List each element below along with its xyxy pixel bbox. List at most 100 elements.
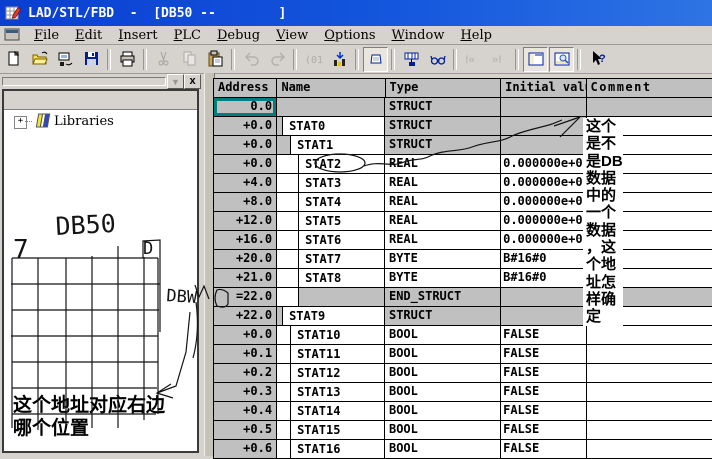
type-cell[interactable]: STRUCT	[385, 117, 501, 136]
address-cell[interactable]: +16.0	[214, 231, 277, 250]
paste-icon[interactable]	[203, 47, 228, 72]
name-cell[interactable]: STAT5	[277, 212, 385, 231]
name-cell[interactable]: STAT7	[277, 250, 385, 269]
comment-cell[interactable]	[587, 364, 712, 383]
type-cell[interactable]: REAL	[385, 212, 501, 231]
redo-icon[interactable]	[265, 47, 290, 72]
new-document-icon[interactable]	[1, 47, 26, 72]
initial-value-cell[interactable]	[501, 288, 586, 307]
address-cell[interactable]: +22.0	[214, 307, 277, 326]
address-cell[interactable]: =22.0	[214, 288, 277, 307]
name-cell[interactable]: STAT16	[277, 440, 385, 459]
menu-help[interactable]: Help	[452, 27, 500, 44]
name-cell[interactable]: STAT9	[277, 307, 385, 326]
initial-value-cell[interactable]	[501, 117, 586, 136]
goto-next-error-icon[interactable]: »!	[487, 47, 512, 72]
address-toggle-icon[interactable]: (01)	[301, 47, 326, 72]
address-cell[interactable]: +0.0	[214, 136, 277, 155]
comment-cell[interactable]	[587, 98, 712, 117]
name-cell[interactable]: STAT1	[277, 136, 385, 155]
address-cell[interactable]: +8.0	[214, 193, 277, 212]
help-pointer-icon[interactable]: ?	[585, 47, 610, 72]
menu-options[interactable]: Options	[316, 27, 383, 44]
name-cell[interactable]: STAT8	[277, 269, 385, 288]
name-cell[interactable]	[277, 288, 385, 307]
download-icon[interactable]	[327, 47, 352, 72]
address-cell[interactable]: +21.0	[214, 269, 277, 288]
initial-value-cell[interactable]	[501, 98, 586, 117]
address-cell[interactable]: +0.2	[214, 364, 277, 383]
view-sidebar-icon[interactable]	[523, 47, 548, 72]
address-cell[interactable]: +0.4	[214, 402, 277, 421]
name-cell[interactable]: STAT0	[277, 117, 385, 136]
comment-cell[interactable]	[587, 421, 712, 440]
name-cell[interactable]: STAT10	[277, 326, 385, 345]
type-cell[interactable]: END_STRUCT	[385, 288, 501, 307]
type-cell[interactable]: STRUCT	[385, 136, 501, 155]
menu-edit[interactable]: Edit	[67, 27, 110, 44]
initial-value-cell[interactable]: B#16#0	[501, 250, 586, 269]
close-icon[interactable]: x	[184, 74, 201, 89]
type-cell[interactable]: REAL	[385, 231, 501, 250]
initial-value-cell[interactable]: FALSE	[501, 440, 586, 459]
view-zoom-icon[interactable]	[549, 47, 574, 72]
menu-file[interactable]: File	[26, 27, 67, 44]
type-cell[interactable]: REAL	[385, 174, 501, 193]
name-cell[interactable]: STAT12	[277, 364, 385, 383]
name-cell[interactable]: STAT11	[277, 345, 385, 364]
data-view-icon[interactable]	[363, 47, 388, 72]
document-system-menu-icon[interactable]	[4, 28, 20, 42]
address-cell[interactable]: +0.0	[214, 326, 277, 345]
save-icon[interactable]	[79, 47, 104, 72]
initial-value-cell[interactable]: 0.000000e+000	[501, 155, 586, 174]
name-cell[interactable]: STAT3	[277, 174, 385, 193]
goto-prev-error-icon[interactable]: !«	[461, 47, 486, 72]
open-folder-icon[interactable]	[27, 47, 52, 72]
type-cell[interactable]: STRUCT	[385, 98, 501, 117]
type-cell[interactable]: BOOL	[385, 345, 501, 364]
initial-value-cell[interactable]: FALSE	[501, 421, 586, 440]
name-cell[interactable]: STAT15	[277, 421, 385, 440]
copy-icon[interactable]	[177, 47, 202, 72]
address-cell[interactable]: +0.0	[214, 155, 277, 174]
type-cell[interactable]: BYTE	[385, 269, 501, 288]
tree-expand-icon[interactable]: +	[14, 116, 27, 129]
chevron-down-icon[interactable]: ▼	[167, 74, 184, 89]
comment-cell[interactable]	[587, 383, 712, 402]
address-cell[interactable]: +12.0	[214, 212, 277, 231]
menu-window[interactable]: Window	[384, 27, 453, 44]
address-cell[interactable]: +0.6	[214, 440, 277, 459]
cut-icon[interactable]	[151, 47, 176, 72]
type-cell[interactable]: BOOL	[385, 440, 501, 459]
initial-value-cell[interactable]: FALSE	[501, 402, 586, 421]
type-cell[interactable]: BYTE	[385, 250, 501, 269]
initial-value-cell[interactable]: 0.000000e+000	[501, 193, 586, 212]
open-online-icon[interactable]	[53, 47, 78, 72]
type-cell[interactable]: REAL	[385, 193, 501, 212]
type-cell[interactable]: BOOL	[385, 383, 501, 402]
initial-value-cell[interactable]: FALSE	[501, 383, 586, 402]
type-cell[interactable]: BOOL	[385, 421, 501, 440]
sidebar-item-libraries[interactable]: Libraries	[54, 114, 114, 129]
initial-value-cell[interactable]: 0.000000e+000	[501, 212, 586, 231]
initial-value-cell[interactable]: FALSE	[501, 364, 586, 383]
type-cell[interactable]: STRUCT	[385, 307, 501, 326]
type-cell[interactable]: BOOL	[385, 326, 501, 345]
name-cell[interactable]	[277, 98, 385, 117]
name-cell[interactable]: STAT6	[277, 231, 385, 250]
monitor-glasses-icon[interactable]	[425, 47, 450, 72]
menu-plc[interactable]: PLC	[166, 27, 209, 44]
type-cell[interactable]: BOOL	[385, 402, 501, 421]
comment-cell[interactable]	[587, 402, 712, 421]
plc-connection-icon[interactable]	[399, 47, 424, 72]
initial-value-cell[interactable]: B#16#0	[501, 269, 586, 288]
initial-value-cell[interactable]	[501, 136, 586, 155]
name-cell[interactable]: STAT14	[277, 402, 385, 421]
pane-combo-field[interactable]	[2, 77, 166, 86]
undo-icon[interactable]	[239, 47, 264, 72]
comment-cell[interactable]	[587, 326, 712, 345]
initial-value-cell[interactable]	[501, 307, 586, 326]
initial-value-cell[interactable]: 0.000000e+000	[501, 174, 586, 193]
address-cell[interactable]: +0.1	[214, 345, 277, 364]
type-cell[interactable]: BOOL	[385, 364, 501, 383]
